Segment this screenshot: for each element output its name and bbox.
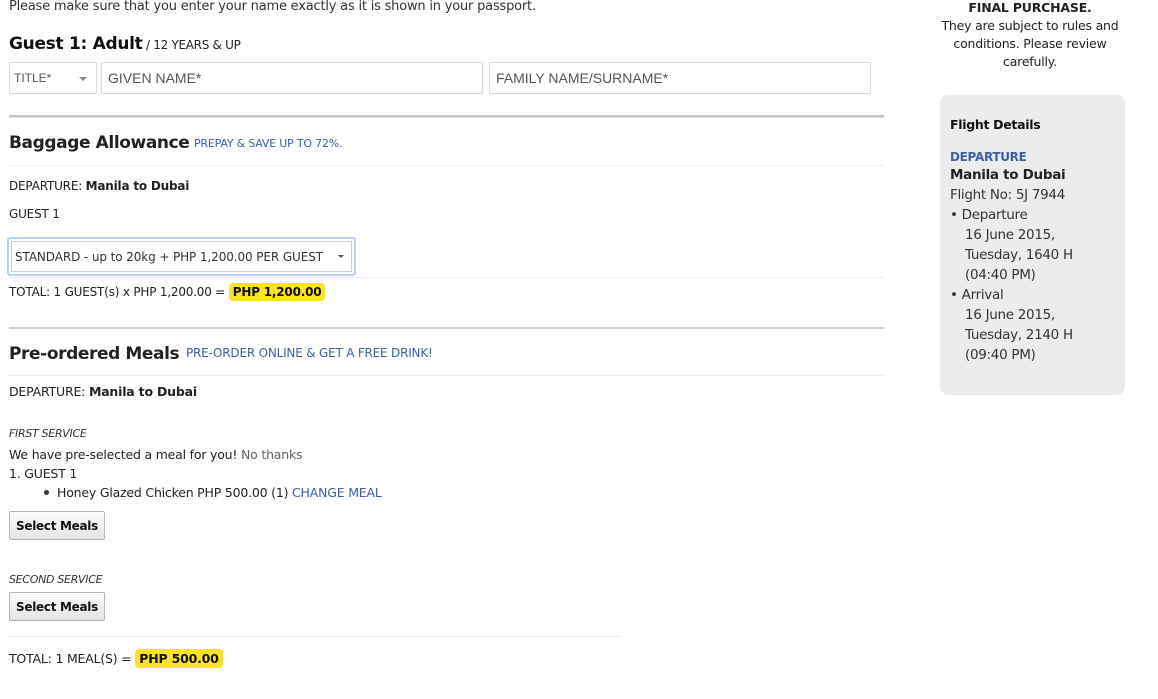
- baggage-select-value: STANDARD - up to 20kg + PHP 1,200.00 PER…: [15, 249, 323, 264]
- preselected-text: We have pre-selected a meal for you!: [9, 447, 241, 462]
- meals-total-value: PHP 500.00: [135, 649, 223, 668]
- flight-details-card: Flight Details DEPARTURE Manila to Dubai…: [940, 95, 1125, 395]
- select-meals-first-service-button[interactable]: Select Meals: [9, 511, 105, 540]
- guest-title: Guest 1: Adult: [9, 34, 143, 54]
- title-select-value: TITLE*: [14, 71, 52, 85]
- divider: [9, 165, 884, 166]
- change-meal-link[interactable]: CHANGE MEAL: [292, 485, 382, 500]
- passport-notice: Please make sure that you enter your nam…: [9, 0, 536, 14]
- preselected-notice: We have pre-selected a meal for you! No …: [9, 447, 303, 462]
- departure-time-12h: (04:40 PM): [965, 267, 1036, 283]
- section-divider: [9, 327, 884, 329]
- meal-guest-label: 1. GUEST 1: [9, 466, 78, 481]
- section-divider: [9, 115, 884, 118]
- meals-departure: DEPARTURE: Manila to Dubai: [9, 384, 197, 399]
- meal-item-text: Honey Glazed Chicken PHP 500.00 (1): [57, 485, 293, 500]
- guest-heading: Guest 1: Adult / 12 YEARS & UP: [9, 34, 241, 54]
- second-service-label: SECOND SERVICE: [9, 573, 103, 586]
- departure-route: Manila to Dubai: [88, 384, 197, 399]
- baggage-departure: DEPARTURE: Manila to Dubai: [9, 179, 189, 193]
- final-purchase-label: FINAL PURCHASE.: [968, 0, 1092, 15]
- meals-title: Pre-ordered Meals: [9, 344, 180, 364]
- divider: [9, 277, 884, 278]
- flight-details-title: Flight Details: [950, 117, 1041, 132]
- baggage-guest-label: GUEST 1: [9, 207, 60, 221]
- arrival-date: 16 June 2015,: [965, 307, 1055, 323]
- baggage-total-value: PHP 1,200.00: [228, 283, 326, 301]
- arrival-label: • Arrival: [950, 287, 1004, 303]
- meal-item: Honey Glazed Chicken PHP 500.00 (1) CHAN…: [44, 485, 382, 500]
- chevron-down-icon: [338, 255, 344, 258]
- departure-date: 16 June 2015,: [965, 227, 1055, 243]
- meals-promo: PRE-ORDER ONLINE & GET A FREE DRINK!: [186, 346, 433, 360]
- departure-label: DEPARTURE:: [9, 179, 86, 193]
- family-name-input[interactable]: FAMILY NAME/SURNAME*: [489, 62, 871, 94]
- baggage-title: Baggage Allowance: [9, 133, 190, 153]
- chevron-down-icon: [79, 77, 87, 81]
- first-service-label: FIRST SERVICE: [9, 427, 87, 440]
- baggage-promo: PREPAY & SAVE UP TO 72%.: [194, 137, 343, 150]
- meals-total-label: TOTAL: 1 MEAL(S) =: [9, 651, 136, 666]
- baggage-select[interactable]: STANDARD - up to 20kg + PHP 1,200.00 PER…: [7, 237, 356, 276]
- departure-route: Manila to Dubai: [85, 179, 190, 193]
- meals-total: TOTAL: 1 MEAL(S) = PHP 500.00: [9, 649, 223, 668]
- select-meals-second-service-button[interactable]: Select Meals: [9, 592, 105, 621]
- bullet-icon: [44, 490, 49, 495]
- flight-number: Flight No: 5J 7944: [950, 187, 1065, 203]
- given-name-input[interactable]: GIVEN NAME*: [101, 62, 483, 94]
- rules-text: They are subject to rules and conditions…: [941, 18, 1119, 69]
- title-select[interactable]: TITLE*: [9, 62, 97, 94]
- family-name-placeholder: FAMILY NAME/SURNAME*: [496, 70, 669, 86]
- arrival-time: Tuesday, 2140 H: [965, 327, 1073, 343]
- flight-direction: DEPARTURE: [950, 150, 1027, 164]
- purchase-notice: FINAL PURCHASE. They are subject to rule…: [930, 0, 1130, 71]
- departure-label: • Departure: [950, 207, 1028, 223]
- divider: [9, 636, 621, 637]
- given-name-placeholder: GIVEN NAME*: [108, 70, 202, 86]
- departure-time: Tuesday, 1640 H: [965, 247, 1073, 263]
- divider: [9, 375, 884, 376]
- flight-route: Manila to Dubai: [950, 167, 1066, 183]
- baggage-total-label: TOTAL: 1 GUEST(s) x PHP 1,200.00 =: [9, 285, 229, 299]
- guest-age-range: / 12 YEARS & UP: [142, 38, 241, 52]
- arrival-time-12h: (09:40 PM): [965, 347, 1036, 363]
- no-thanks-link[interactable]: No thanks: [241, 447, 303, 462]
- baggage-total: TOTAL: 1 GUEST(s) x PHP 1,200.00 = PHP 1…: [9, 283, 326, 301]
- departure-label: DEPARTURE:: [9, 384, 89, 399]
